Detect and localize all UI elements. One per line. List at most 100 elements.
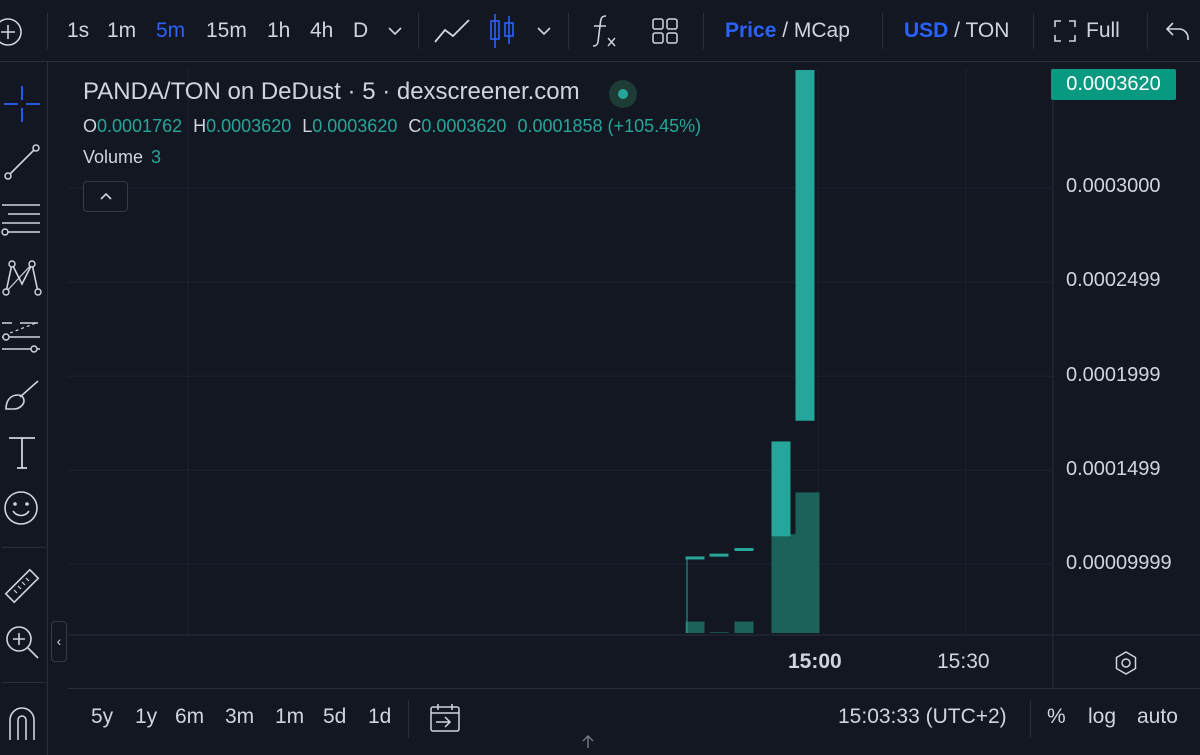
live-dot	[618, 89, 628, 99]
toolbar-divider	[882, 13, 883, 49]
chevron-down-icon[interactable]	[536, 24, 552, 38]
top-toolbar: 1s 1m 5m 15m 1h 4h D Price / MCap USD / …	[0, 0, 1200, 62]
interval-d[interactable]: D	[353, 0, 368, 62]
price-axis-label: 0.0001499	[1066, 458, 1161, 480]
volume-bar	[734, 621, 754, 633]
interval-4h[interactable]: 4h	[310, 0, 333, 62]
price-mcap-separator: /	[776, 19, 794, 42]
fib-retracement-icon[interactable]	[0, 199, 42, 239]
range-1y[interactable]: 1y	[135, 705, 157, 729]
time-axis-label: 15:30	[937, 650, 990, 673]
open-key: O	[83, 116, 98, 136]
indicators-fx-icon[interactable]	[588, 12, 622, 50]
toolbar-divider	[1030, 700, 1031, 738]
clock-timezone[interactable]: 15:03:33 (UTC+2)	[838, 705, 1007, 729]
layout-grid-icon[interactable]	[651, 17, 679, 45]
chart-window: 1s 1m 5m 15m 1h 4h D Price / MCap USD / …	[0, 0, 1200, 755]
candle-body	[771, 441, 791, 537]
toolbar-divider	[408, 700, 409, 738]
candle-body	[709, 553, 729, 557]
resize-handle-icon[interactable]	[580, 733, 596, 749]
pattern-icon[interactable]	[2, 258, 42, 298]
chart-pane[interactable]	[68, 67, 1200, 688]
volume-value: 3	[151, 147, 162, 167]
range-1m[interactable]: 1m	[275, 705, 304, 729]
interval-1m[interactable]: 1m	[107, 0, 136, 62]
price-axis-label: 0.00009999	[1066, 552, 1172, 574]
last-price-tag: 0.0003620	[1051, 69, 1176, 100]
volume-bar	[709, 632, 729, 633]
ohlc-legend: O0.0001762 H0.0003620 L0.0003620 C0.0003…	[83, 116, 701, 137]
interval-15m[interactable]: 15m	[206, 0, 247, 62]
volume-bar	[795, 492, 820, 633]
close-key: C	[408, 116, 422, 136]
brush-icon[interactable]	[2, 375, 42, 415]
forecast-icon[interactable]	[0, 317, 42, 357]
toolbar-divider	[568, 13, 569, 49]
volume-legend: Volume 3	[83, 147, 161, 168]
fullscreen-button[interactable]: Full	[1086, 0, 1120, 62]
price-mcap-toggle[interactable]: Price / MCap	[725, 0, 850, 62]
range-3m[interactable]: 3m	[225, 705, 254, 729]
candle-body	[795, 70, 815, 421]
fullscreen-icon[interactable]	[1053, 19, 1077, 43]
candle-body	[734, 548, 754, 552]
interval-1s[interactable]: 1s	[67, 0, 89, 62]
toolbar-divider	[418, 13, 419, 49]
magnet-icon[interactable]	[4, 702, 40, 742]
usd-option[interactable]: USD	[904, 19, 948, 42]
price-axis-label: 0.0002499	[1066, 269, 1161, 291]
range-6m[interactable]: 6m	[175, 705, 204, 729]
range-5y[interactable]: 5y	[91, 705, 113, 729]
currency-toggle[interactable]: USD / TON	[904, 0, 1009, 62]
text-icon[interactable]	[4, 432, 40, 472]
trend-line-icon[interactable]	[2, 142, 42, 182]
close-value: 0.0003620	[421, 116, 507, 136]
price-change: 0.0001858 (+105.45%)	[517, 116, 702, 136]
toolbar-divider	[2, 682, 46, 683]
time-axis-label: 15:00	[788, 650, 842, 673]
high-key: H	[193, 116, 207, 136]
emoji-icon[interactable]	[2, 489, 40, 527]
line-chart-icon[interactable]	[433, 14, 471, 48]
usd-ton-separator: /	[948, 19, 966, 42]
toolbar-divider	[47, 13, 48, 49]
high-value: 0.0003620	[206, 116, 292, 136]
candles-icon[interactable]	[488, 12, 516, 50]
interval-5m[interactable]: 5m	[156, 0, 185, 62]
crosshair-icon[interactable]	[2, 84, 42, 124]
log-scale-button[interactable]: log	[1088, 705, 1116, 729]
range-5d[interactable]: 5d	[323, 705, 346, 729]
undo-icon[interactable]	[1165, 19, 1191, 43]
candle-body	[685, 556, 705, 560]
collapse-sidebar-button[interactable]: ‹	[51, 621, 67, 662]
range-1d[interactable]: 1d	[368, 705, 391, 729]
price-axis-label: 0.0001999	[1066, 364, 1161, 386]
drawing-toolbar	[0, 62, 48, 755]
volume-bar	[685, 621, 705, 633]
chevron-up-icon	[100, 192, 112, 200]
ton-option[interactable]: TON	[965, 19, 1009, 42]
toolbar-divider	[1033, 13, 1034, 49]
percent-scale-button[interactable]: %	[1047, 705, 1066, 729]
chevron-down-icon[interactable]	[387, 24, 403, 38]
open-value: 0.0001762	[97, 116, 183, 136]
interval-1h[interactable]: 1h	[267, 0, 290, 62]
low-key: L	[302, 116, 313, 136]
price-option[interactable]: Price	[725, 19, 776, 42]
ruler-icon[interactable]	[2, 566, 42, 606]
price-chart-svg[interactable]	[68, 67, 1200, 688]
toolbar-divider	[703, 13, 704, 49]
toolbar-divider	[2, 547, 46, 548]
collapse-legend-button[interactable]	[83, 181, 128, 212]
volume-label: Volume	[83, 147, 144, 167]
add-symbol-icon[interactable]	[0, 16, 24, 48]
mcap-option[interactable]: MCap	[794, 19, 850, 42]
auto-scale-button[interactable]: auto	[1137, 705, 1178, 729]
zoom-in-icon[interactable]	[2, 622, 42, 662]
symbol-title: PANDA/TON on DeDust · 5 · dexscreener.co…	[83, 78, 580, 105]
go-to-date-icon[interactable]	[428, 702, 462, 734]
volume-bar	[771, 534, 796, 633]
chart-settings-icon[interactable]	[1113, 650, 1139, 676]
low-value: 0.0003620	[312, 116, 398, 136]
